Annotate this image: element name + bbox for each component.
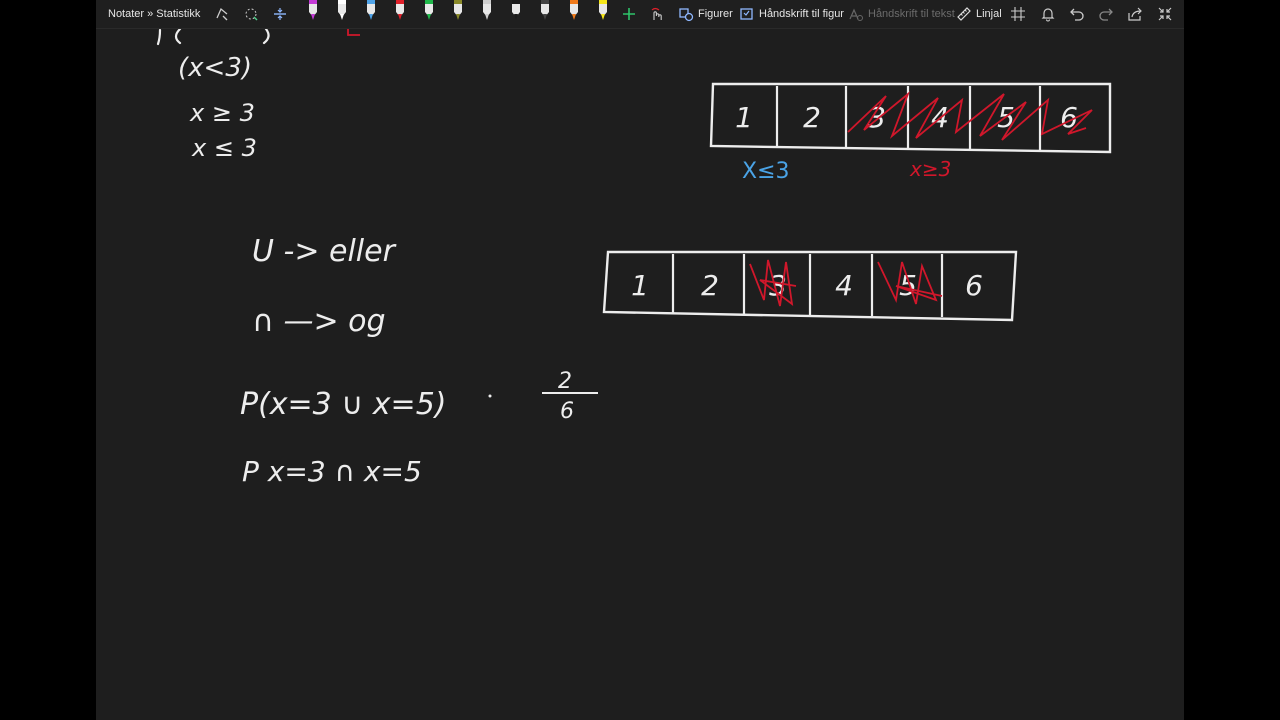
box-top-cell-2: 2 xyxy=(803,101,821,134)
ink-to-text-label: Håndskrift til tekst xyxy=(868,8,955,20)
ink-stroke-cropped xyxy=(156,29,162,46)
ink-dot xyxy=(488,394,492,398)
pen-gray-icon[interactable] xyxy=(480,0,494,26)
pen-black-icon[interactable] xyxy=(509,0,523,26)
add-pen-icon[interactable] xyxy=(621,3,637,25)
ink-stroke-cropped-red xyxy=(347,29,360,36)
note-x-le-3: x ≤ 3 xyxy=(191,134,257,162)
note-x-ge-3: x ≥ 3 xyxy=(189,99,255,127)
share-icon[interactable] xyxy=(1127,3,1143,25)
grid-toggle-icon[interactable] xyxy=(1010,3,1026,25)
pen-green-icon[interactable] xyxy=(422,0,436,26)
insert-space-icon[interactable] xyxy=(272,3,288,25)
ink-to-shape-button[interactable]: Håndskrift til figur xyxy=(739,3,844,25)
note-prob-union: P(x=3 ∪ x=5) xyxy=(240,387,446,422)
undo-icon[interactable] xyxy=(1069,3,1085,25)
note-union-eller: U -> eller xyxy=(252,234,397,269)
pen-olive-icon[interactable] xyxy=(451,0,465,26)
ruler-button[interactable]: Linjal xyxy=(956,3,1002,25)
pen-white-icon[interactable] xyxy=(335,0,349,26)
breadcrumb[interactable]: Notater » Statistikk xyxy=(108,3,200,25)
ink-to-text-button: Håndskrift til tekst xyxy=(848,3,955,25)
fraction-denominator: 6 xyxy=(560,399,574,424)
touch-draw-icon[interactable] xyxy=(649,3,665,25)
box-top-cell-3: 3 xyxy=(868,101,886,134)
ink-to-shape-label: Håndskrift til figur xyxy=(759,8,844,20)
note-intersection-og: ∩ —> og xyxy=(252,304,386,339)
box-bottom-cell-2: 2 xyxy=(701,269,719,302)
note-x-less-3: (x<3) xyxy=(178,53,252,83)
lasso-icon[interactable] xyxy=(243,3,259,25)
draw-toolbar: Notater » Statistikk Figurer Håndskrift … xyxy=(96,0,1184,29)
ink-stroke-cropped xyxy=(174,29,182,45)
ruler-label: Linjal xyxy=(976,8,1002,20)
box-bottom-cell-6: 6 xyxy=(965,269,983,302)
number-box-top: 1 2 3 4 5 6 xyxy=(709,82,1112,154)
pen-dark-icon[interactable] xyxy=(538,0,552,26)
shapes-button[interactable]: Figurer xyxy=(678,3,733,25)
box-top-cell-1: 1 xyxy=(735,101,753,134)
box-bottom-cell-1: 1 xyxy=(631,269,649,302)
shapes-label: Figurer xyxy=(698,8,733,20)
fullscreen-collapse-icon[interactable] xyxy=(1157,3,1173,25)
fraction-numerator: 2 xyxy=(558,369,572,394)
pen-blue-icon[interactable] xyxy=(364,0,378,26)
label-x-ge-3: x≥3 xyxy=(909,157,951,181)
pen-red-icon[interactable] xyxy=(393,0,407,26)
pen-purple-icon[interactable] xyxy=(306,0,320,26)
note-prob-intersection: P x=3 ∩ x=5 xyxy=(242,455,422,488)
box-bottom-cell-4: 4 xyxy=(835,269,853,302)
ink-canvas[interactable]: (x<3) x ≥ 3 x ≤ 3 U -> eller ∩ —> og P(x… xyxy=(96,29,1184,720)
label-x-le-3: X≤3 xyxy=(742,159,790,184)
number-box-bottom: 1 2 3 4 5 6 xyxy=(602,250,1018,322)
ink-stroke-cropped xyxy=(262,29,270,45)
highlighter-yellow-icon[interactable] xyxy=(596,0,610,26)
redo-icon[interactable] xyxy=(1098,3,1114,25)
onenote-window: Notater » Statistikk Figurer Håndskrift … xyxy=(96,0,1184,720)
notification-bell-icon[interactable] xyxy=(1040,3,1056,25)
lasso-select-icon[interactable] xyxy=(214,3,230,25)
highlighter-orange-icon[interactable] xyxy=(567,0,581,26)
